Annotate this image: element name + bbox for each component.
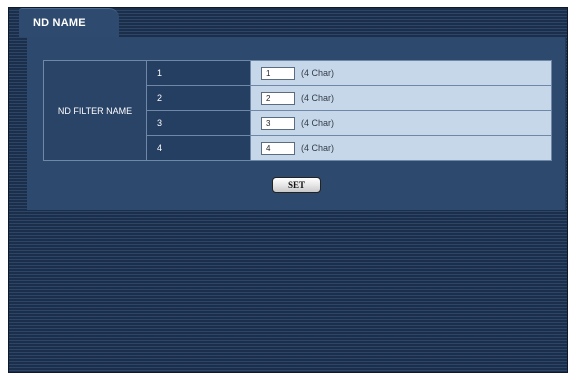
char-limit-hint: (4 Char)	[301, 118, 335, 128]
set-button[interactable]: SET	[272, 177, 321, 193]
nd-name-input-2[interactable]: 2	[261, 91, 295, 105]
input-cell: 2 (4 Char)	[250, 85, 552, 111]
table-row: ND FILTER NAME 1 1 (4 Char)	[43, 60, 552, 161]
nd-filter-table: ND FILTER NAME 1 1 (4 Char) 2 2 (4 Char) 3…	[43, 60, 552, 161]
input-cell: 1 (4 Char)	[250, 60, 552, 86]
char-limit-hint: (4 Char)	[301, 93, 335, 103]
char-limit-hint: (4 Char)	[301, 143, 335, 153]
row-number: 1	[146, 60, 251, 86]
nd-filter-name-label: ND FILTER NAME	[43, 60, 147, 161]
row-number: 4	[146, 135, 251, 161]
input-cell: 3 (4 Char)	[250, 110, 552, 136]
nd-name-input-1[interactable]: 1	[261, 66, 295, 80]
input-cell: 4 (4 Char)	[250, 135, 552, 161]
row-number: 3	[146, 110, 251, 136]
row-number: 2	[146, 85, 251, 111]
char-limit-hint: (4 Char)	[301, 68, 335, 78]
nd-name-input-3[interactable]: 3	[261, 116, 295, 130]
tab-nd-name-label: ND NAME	[33, 17, 86, 29]
nd-name-input-4[interactable]: 4	[261, 141, 295, 155]
